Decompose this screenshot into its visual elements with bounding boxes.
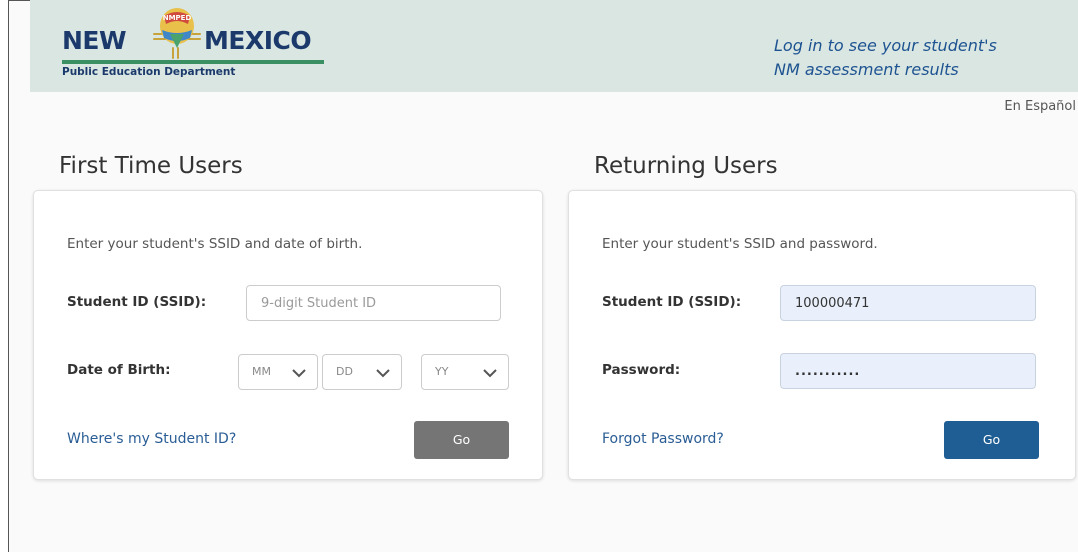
tagline-line-2: NM assessment results bbox=[774, 60, 959, 79]
nmped-logo[interactable]: NMPED NEW MEXICO Public Education Depart… bbox=[62, 4, 327, 88]
dob-day-select[interactable]: DD bbox=[322, 354, 402, 390]
logo-word-new: NEW bbox=[62, 26, 127, 55]
zia-sun-balloon-icon: NMPED bbox=[153, 8, 201, 59]
header-tagline: Log in to see your student's NM assessme… bbox=[774, 34, 997, 82]
first-time-instructions: Enter your student's SSID and date of bi… bbox=[67, 236, 363, 252]
first-time-users-card: Enter your student's SSID and date of bi… bbox=[33, 190, 543, 480]
header-banner: NMPED NEW MEXICO Public Education Depart… bbox=[30, 0, 1078, 92]
returning-instructions: Enter your student's SSID and password. bbox=[602, 236, 878, 252]
returning-users-title: Returning Users bbox=[594, 153, 778, 179]
forgot-password-link[interactable]: Forgot Password? bbox=[602, 431, 724, 447]
tagline-line-1: Log in to see your student's bbox=[774, 36, 997, 55]
first-time-go-button[interactable]: Go bbox=[414, 421, 509, 459]
chevron-down-icon bbox=[376, 369, 390, 378]
dob-year-value: YY bbox=[435, 365, 449, 378]
dob-month-value: MM bbox=[252, 365, 271, 378]
logo-subtitle: Public Education Department bbox=[62, 60, 324, 78]
logo-balloon-text: NMPED bbox=[163, 14, 192, 22]
returning-ssid-label: Student ID (SSID): bbox=[602, 294, 742, 310]
logo-word-mexico: MEXICO bbox=[204, 26, 312, 55]
dob-label: Date of Birth: bbox=[67, 362, 171, 378]
chevron-down-icon bbox=[292, 369, 306, 378]
dob-day-value: DD bbox=[336, 365, 353, 378]
returning-users-card: Enter your student's SSID and password. … bbox=[568, 190, 1076, 480]
first-ssid-input[interactable] bbox=[246, 285, 501, 321]
chevron-down-icon bbox=[483, 369, 497, 378]
dob-month-select[interactable]: MM bbox=[238, 354, 318, 390]
dob-year-select[interactable]: YY bbox=[421, 354, 509, 390]
wheres-my-student-id-link[interactable]: Where's my Student ID? bbox=[67, 431, 236, 447]
password-input[interactable] bbox=[780, 353, 1036, 389]
returning-go-button[interactable]: Go bbox=[944, 421, 1039, 459]
returning-ssid-input[interactable] bbox=[780, 285, 1036, 321]
first-time-users-title: First Time Users bbox=[59, 153, 243, 179]
password-label: Password: bbox=[602, 362, 681, 378]
spanish-language-link[interactable]: En Español bbox=[1004, 99, 1076, 114]
first-ssid-label: Student ID (SSID): bbox=[67, 294, 207, 310]
